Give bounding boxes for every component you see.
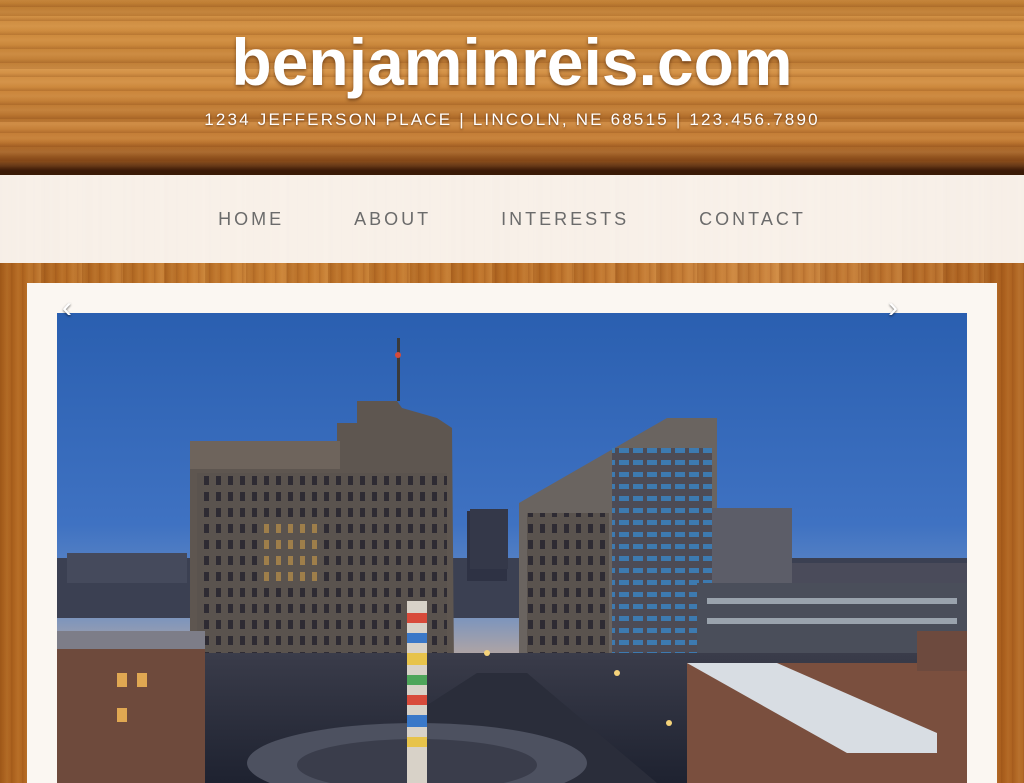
content-card [27, 283, 997, 783]
slider-prev-arrow[interactable]: ‹ [62, 293, 72, 323]
slider-next-arrow[interactable]: › [888, 293, 898, 323]
contact-line: 1234 JEFFERSON PLACE | LINCOLN, NE 68515… [204, 110, 820, 129]
site-header: benjaminreis.com 1234 JEFFERSON PLACE | … [0, 0, 1024, 175]
image-slider[interactable] [57, 313, 967, 783]
city-photo [57, 313, 967, 783]
nav-interests-link[interactable]: INTERESTS [501, 209, 629, 230]
site-title[interactable]: benjaminreis.com [0, 24, 1024, 100]
nav-about-link[interactable]: ABOUT [354, 209, 431, 230]
nav-contact-link[interactable]: CONTACT [699, 209, 806, 230]
main-nav: HOME ABOUT INTERESTS CONTACT [0, 175, 1024, 263]
nav-home-link[interactable]: HOME [218, 209, 284, 230]
